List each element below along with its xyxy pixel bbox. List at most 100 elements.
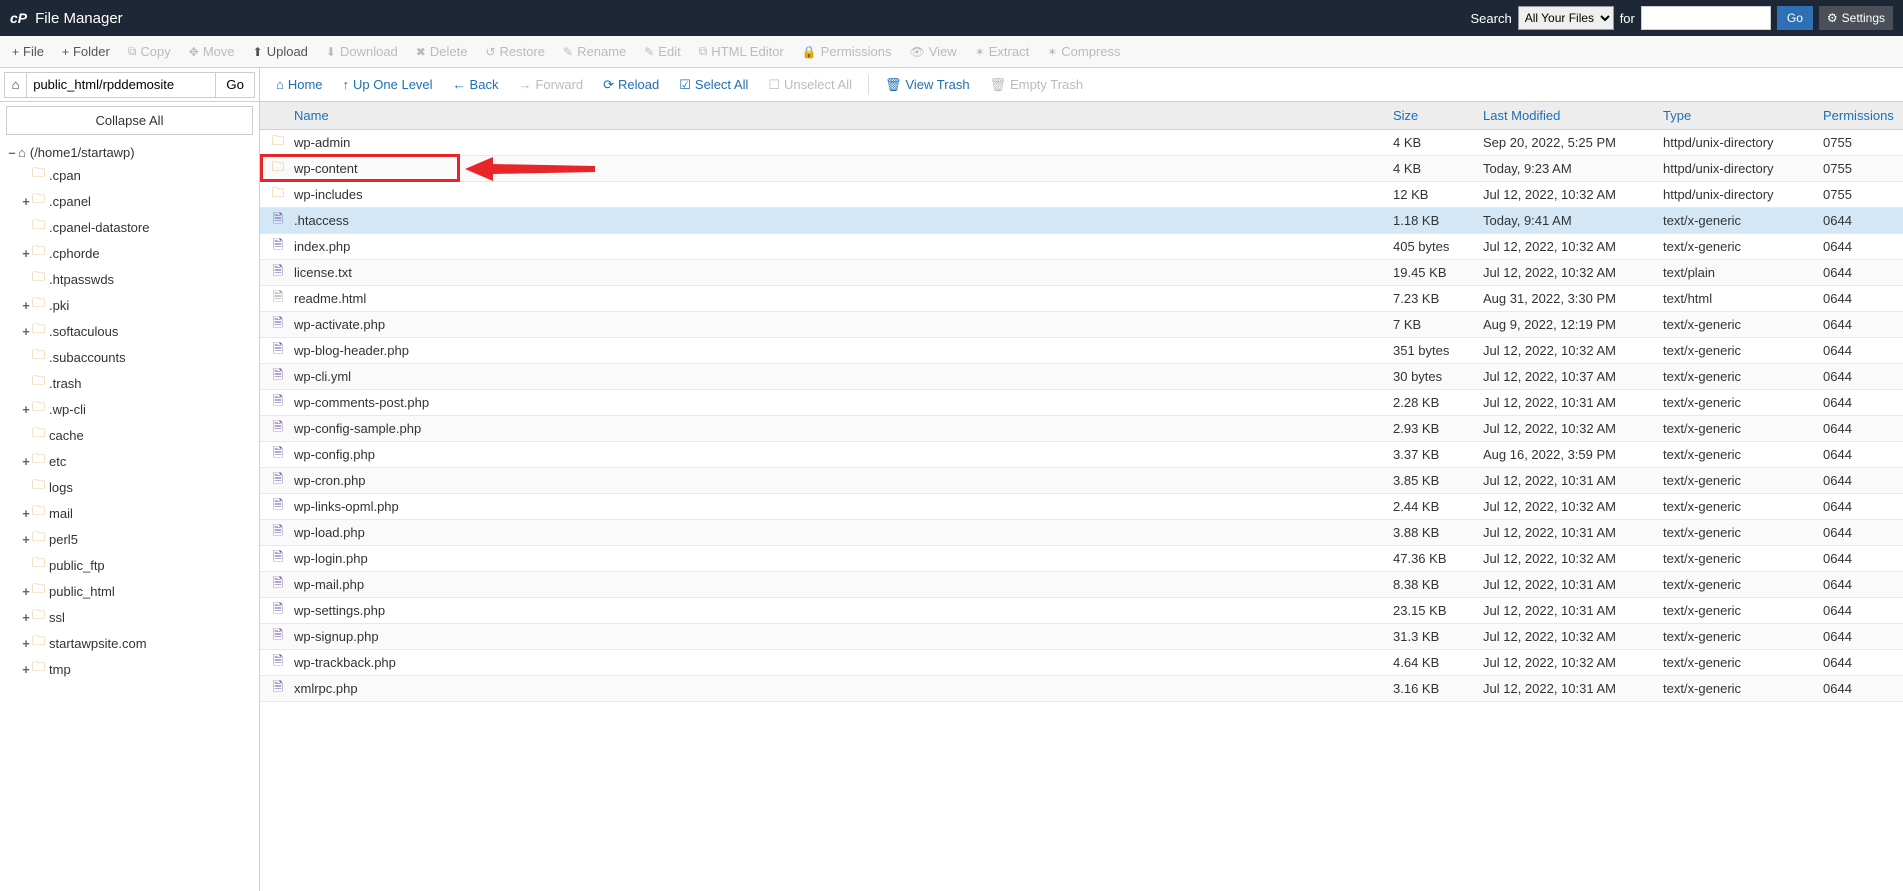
file-row[interactable]: 🗎wp-config-sample.php2.93 KBJul 12, 2022… xyxy=(260,416,1903,442)
column-size[interactable]: Size xyxy=(1393,108,1483,123)
collapse-all-button[interactable]: Collapse All xyxy=(6,106,253,135)
settings-label: Settings xyxy=(1842,11,1885,25)
file-type: text/x-generic xyxy=(1663,369,1823,384)
tree-item[interactable]: 🗀.cpanel-datastore xyxy=(6,214,253,240)
file-row[interactable]: 🗎readme.html7.23 KBAug 31, 2022, 3:30 PM… xyxy=(260,286,1903,312)
tree-item[interactable]: 🗀logs xyxy=(6,474,253,500)
nav-up-one-level-button[interactable]: ↑Up One Level xyxy=(335,73,441,96)
tree-item[interactable]: +🗀 etc xyxy=(6,448,253,474)
file-permissions: 0644 xyxy=(1823,473,1903,488)
file-type: text/x-generic xyxy=(1663,421,1823,436)
file-row[interactable]: 🗀wp-admin4 KBSep 20, 2022, 5:25 PMhttpd/… xyxy=(260,130,1903,156)
file-row[interactable]: 🗎wp-links-opml.php2.44 KBJul 12, 2022, 1… xyxy=(260,494,1903,520)
tree-item[interactable]: +🗀startawpsite.com xyxy=(6,630,253,656)
file-row[interactable]: 🗎wp-login.php47.36 KBJul 12, 2022, 10:32… xyxy=(260,546,1903,572)
folder-icon: 🗀 xyxy=(32,450,45,472)
tree-toggle-icon[interactable]: + xyxy=(20,402,32,417)
file-row[interactable]: 🗎wp-activate.php7 KBAug 9, 2022, 12:19 P… xyxy=(260,312,1903,338)
tree-item[interactable]: +🗀mail xyxy=(6,500,253,526)
tree-toggle-icon[interactable]: + xyxy=(20,506,32,521)
tree-toggle-icon[interactable]: + xyxy=(20,246,32,261)
file-row[interactable]: 🗎.htaccess1.18 KBToday, 9:41 AMtext/x-ge… xyxy=(260,208,1903,234)
file-row[interactable]: 🗎index.php405 bytesJul 12, 2022, 10:32 A… xyxy=(260,234,1903,260)
file-row[interactable]: 🗎wp-load.php3.88 KBJul 12, 2022, 10:31 A… xyxy=(260,520,1903,546)
cpanel-logo-icon: cP xyxy=(10,10,27,26)
toolbar-file-button[interactable]: +File xyxy=(4,40,52,63)
tree-item[interactable]: 🗀 .htpasswds xyxy=(6,266,253,292)
toolbar-edit-button: ✎Edit xyxy=(636,40,688,63)
tree-item[interactable]: 🗀.cpan xyxy=(6,162,253,188)
settings-button[interactable]: ⚙ Settings xyxy=(1819,6,1893,30)
file-size: 3.88 KB xyxy=(1393,525,1483,540)
file-row[interactable]: 🗎wp-config.php3.37 KBAug 16, 2022, 3:59 … xyxy=(260,442,1903,468)
tree-item[interactable]: +🗀public_html xyxy=(6,578,253,604)
tree-label: .htpasswds xyxy=(49,272,114,287)
tree-toggle-icon[interactable]: + xyxy=(20,584,32,599)
file-row[interactable]: 🗎wp-signup.php31.3 KBJul 12, 2022, 10:32… xyxy=(260,624,1903,650)
toolbar-delete-button: ✖Delete xyxy=(408,40,476,63)
search-scope-select[interactable]: All Your Files xyxy=(1518,6,1614,30)
file-row[interactable]: 🗎wp-cron.php3.85 KBJul 12, 2022, 10:31 A… xyxy=(260,468,1903,494)
tree-item[interactable]: 🗀public_ftp xyxy=(6,552,253,578)
file-row[interactable]: 🗎wp-settings.php23.15 KBJul 12, 2022, 10… xyxy=(260,598,1903,624)
folder-icon: 🗀 xyxy=(32,658,45,680)
tree-item[interactable]: +🗀.softaculous xyxy=(6,318,253,344)
nav-reload-button[interactable]: ⟳Reload xyxy=(595,73,667,97)
nav-select-all-button[interactable]: ☑Select All xyxy=(671,73,756,97)
file-size: 7.23 KB xyxy=(1393,291,1483,306)
toolbar-upload-button[interactable]: ⬆Upload xyxy=(245,40,316,63)
tree-toggle-icon[interactable]: + xyxy=(20,298,32,313)
nav-label: Empty Trash xyxy=(1010,77,1083,92)
nav-home-button[interactable]: ⌂Home xyxy=(268,73,331,96)
tree-item[interactable]: +🗀perl5 xyxy=(6,526,253,552)
toolbar-label: Upload xyxy=(267,44,308,59)
search-label: Search xyxy=(1470,11,1511,26)
search-input[interactable] xyxy=(1641,6,1771,30)
tree-toggle-icon[interactable]: + xyxy=(20,194,32,209)
nav-back-button[interactable]: ←Back xyxy=(445,73,507,96)
file-name: wp-links-opml.php xyxy=(294,499,1393,514)
tree-item[interactable]: +🗀ssl xyxy=(6,604,253,630)
tree-item[interactable]: +🗀.wp-cli xyxy=(6,396,253,422)
file-row[interactable]: 🗎license.txt19.45 KBJul 12, 2022, 10:32 … xyxy=(260,260,1903,286)
path-home-button[interactable]: ⌂ xyxy=(4,72,27,98)
file-modified: Today, 9:23 AM xyxy=(1483,161,1663,176)
nav-view-trash-button[interactable]: 🗑View Trash xyxy=(877,73,978,97)
path-input[interactable] xyxy=(27,72,216,98)
file-modified: Jul 12, 2022, 10:32 AM xyxy=(1483,343,1663,358)
tree-item[interactable]: +🗀.cphorde xyxy=(6,240,253,266)
tree-toggle-icon[interactable]: + xyxy=(20,532,32,547)
nav-forward-button: →Forward xyxy=(510,73,591,96)
file-row[interactable]: 🗀wp-content4 KBToday, 9:23 AMhttpd/unix-… xyxy=(260,156,1903,182)
tree-toggle-icon[interactable]: + xyxy=(20,662,32,677)
file-row[interactable]: 🗎wp-trackback.php4.64 KBJul 12, 2022, 10… xyxy=(260,650,1903,676)
column-type[interactable]: Type xyxy=(1663,108,1823,123)
file-modified: Jul 12, 2022, 10:32 AM xyxy=(1483,421,1663,436)
tree-label: etc xyxy=(49,454,66,469)
tree-item[interactable]: –⌂(/home1/startawp) xyxy=(6,143,253,162)
file-row[interactable]: 🗎xmlrpc.php3.16 KBJul 12, 2022, 10:31 AM… xyxy=(260,676,1903,702)
tree-toggle-icon[interactable]: + xyxy=(20,610,32,625)
folder-icon: 🗀 xyxy=(32,268,45,290)
tree-item[interactable]: 🗀.trash xyxy=(6,370,253,396)
tree-toggle-icon[interactable]: + xyxy=(20,454,32,469)
tree-toggle-icon[interactable]: – xyxy=(6,145,18,160)
tree-item[interactable]: 🗀.subaccounts xyxy=(6,344,253,370)
column-modified[interactable]: Last Modified xyxy=(1483,108,1663,123)
column-permissions[interactable]: Permissions xyxy=(1823,108,1903,123)
file-row[interactable]: 🗀wp-includes12 KBJul 12, 2022, 10:32 AMh… xyxy=(260,182,1903,208)
path-go-button[interactable]: Go xyxy=(216,72,255,98)
column-name[interactable]: Name xyxy=(294,108,1393,123)
tree-item[interactable]: 🗀cache xyxy=(6,422,253,448)
file-row[interactable]: 🗎wp-blog-header.php351 bytesJul 12, 2022… xyxy=(260,338,1903,364)
tree-item[interactable]: +🗀.cpanel xyxy=(6,188,253,214)
search-go-button[interactable]: Go xyxy=(1777,6,1813,30)
tree-item[interactable]: +🗀.pki xyxy=(6,292,253,318)
toolbar-folder-button[interactable]: +Folder xyxy=(54,40,118,63)
file-row[interactable]: 🗎wp-mail.php8.38 KBJul 12, 2022, 10:31 A… xyxy=(260,572,1903,598)
tree-toggle-icon[interactable]: + xyxy=(20,636,32,651)
tree-item[interactable]: +🗀tmp xyxy=(6,656,253,682)
tree-toggle-icon[interactable]: + xyxy=(20,324,32,339)
file-row[interactable]: 🗎wp-comments-post.php2.28 KBJul 12, 2022… xyxy=(260,390,1903,416)
file-row[interactable]: 🗎wp-cli.yml30 bytesJul 12, 2022, 10:37 A… xyxy=(260,364,1903,390)
